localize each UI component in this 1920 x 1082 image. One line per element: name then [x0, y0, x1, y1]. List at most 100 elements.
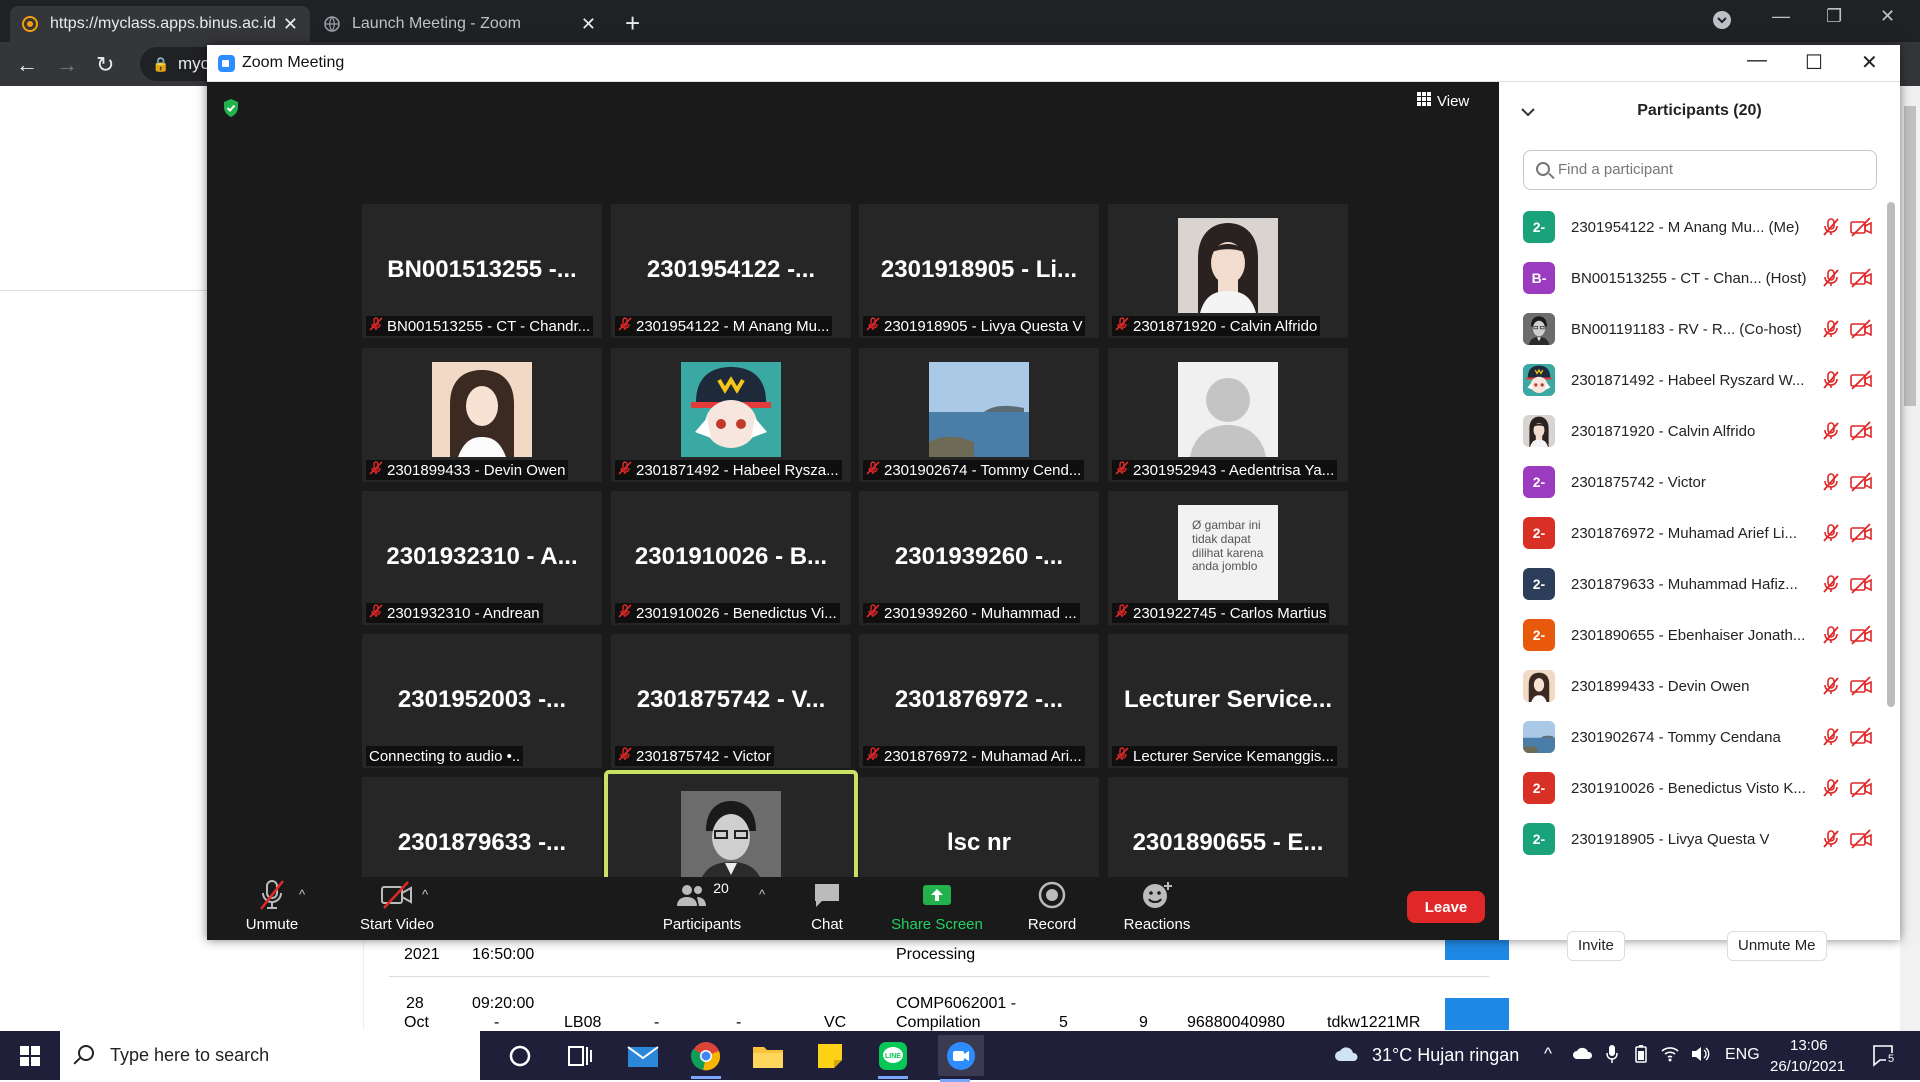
start-video-button[interactable]: Start Video	[342, 877, 452, 933]
muted-mic-icon	[369, 604, 383, 622]
participant-row[interactable]: 2- 2301918905 - Livya Questa V	[1523, 819, 1873, 859]
new-tab-icon[interactable]: +	[625, 8, 640, 39]
participant-row[interactable]: 2301899433 - Devin Owen	[1523, 666, 1873, 706]
tile-name-label: 2301875742 - Victor	[615, 746, 774, 766]
weather-text[interactable]: 31°C Hujan ringan	[1372, 1045, 1519, 1066]
chrome-app-icon[interactable]	[689, 1039, 723, 1079]
microphone-icon[interactable]	[1605, 1044, 1619, 1069]
video-tile[interactable]: 2301871492 - Habeel Rysza...	[611, 348, 851, 482]
participant-row[interactable]: 2301902674 - Tommy Cendana	[1523, 717, 1873, 757]
video-tile[interactable]: 2301954122 -... 2301954122 - M Anang Mu..…	[611, 204, 851, 338]
participants-button[interactable]: 20 Participants	[647, 877, 757, 933]
line-app-icon[interactable]: LINE	[876, 1039, 910, 1079]
view-button[interactable]: View	[1417, 92, 1469, 110]
tile-label-text: 2301932310 - Andrean	[387, 604, 540, 622]
battery-icon[interactable]	[1632, 1045, 1650, 1068]
tray-chevron-icon[interactable]: ^	[1544, 1044, 1552, 1064]
participant-role-tag: (Host)	[1765, 269, 1807, 287]
video-tile[interactable]: 2301902674 - Tommy Cend...	[859, 348, 1099, 482]
muted-mic-icon	[1821, 625, 1841, 650]
video-tile[interactable]: 2301899433 - Devin Owen	[362, 348, 602, 482]
participant-row[interactable]: 2- 2301954122 - M Anang Mu... (Me)	[1523, 207, 1873, 247]
maximize-icon[interactable]: ☐	[1805, 50, 1823, 75]
video-tile[interactable]: Ø gambar ini tidak dapat dilihat karena …	[1108, 491, 1348, 625]
audio-options-caret-icon[interactable]: ^	[299, 887, 305, 902]
panel-scrollbar[interactable]	[1887, 202, 1895, 707]
windows-start-icon[interactable]	[20, 1046, 40, 1066]
task-view-icon[interactable]	[563, 1039, 597, 1073]
muted-mic-icon	[1821, 217, 1841, 242]
participant-row[interactable]: 2- 2301879633 - Muhammad Hafiz...	[1523, 564, 1873, 604]
participant-row[interactable]: 2- 2301876972 - Muhamad Arief Li...	[1523, 513, 1873, 553]
participant-row[interactable]: B- BN001513255 - CT - Chan... (Host)	[1523, 258, 1873, 298]
video-tile[interactable]: 2301932310 - A... 2301932310 - Andrean	[362, 491, 602, 625]
speaker-icon[interactable]	[1690, 1045, 1710, 1068]
browser-tab-zoom[interactable]: Launch Meeting - Zoom ✕	[312, 6, 608, 42]
file-explorer-icon[interactable]	[751, 1039, 785, 1073]
avatar: 2-	[1523, 517, 1555, 549]
table-cell: Oct	[404, 1014, 429, 1031]
participants-caret-icon[interactable]: ^	[759, 887, 765, 902]
avatar: 2-	[1523, 619, 1555, 651]
sticky-notes-icon[interactable]	[813, 1039, 847, 1073]
minimize-icon[interactable]: —	[1772, 6, 1790, 27]
share-screen-button[interactable]: Share Screen	[887, 877, 987, 933]
notification-center-icon[interactable]: 5	[1872, 1043, 1897, 1072]
reload-icon[interactable]: ↻	[96, 52, 114, 78]
video-tile[interactable]: BN001513255 -... BN001513255 - CT - Chand…	[362, 204, 602, 338]
participant-row[interactable]: 2301871920 - Calvin Alfrido	[1523, 411, 1873, 451]
video-tile[interactable]: 2301876972 -... 2301876972 - Muhamad Ari.…	[859, 634, 1099, 768]
cortana-icon[interactable]	[503, 1039, 537, 1073]
video-tile[interactable]: 2301939260 -... 2301939260 - Muhammad ...	[859, 491, 1099, 625]
page-scrollbar[interactable]	[1900, 86, 1920, 1031]
onedrive-icon[interactable]	[1572, 1045, 1594, 1066]
minimize-icon[interactable]: —	[1747, 49, 1767, 72]
video-tile[interactable]: 2301952943 - Aedentrisa Ya...	[1108, 348, 1348, 482]
language-indicator[interactable]: ENG	[1725, 1046, 1760, 1064]
zoom-app-icon[interactable]	[938, 1035, 984, 1082]
browser-tab-myclass[interactable]: https://myclass.apps.binus.ac.id/l ✕	[10, 6, 310, 42]
participant-row[interactable]: 2- 2301910026 - Benedictus Visto K...	[1523, 768, 1873, 808]
forward-icon[interactable]: →	[56, 52, 78, 78]
close-icon[interactable]: ✕	[1880, 6, 1895, 27]
participant-row[interactable]: 2- 2301890655 - Ebenhaiser Jonath...	[1523, 615, 1873, 655]
clock-date[interactable]: 26/10/2021	[1770, 1058, 1845, 1075]
close-tab-icon[interactable]: ✕	[283, 14, 298, 35]
video-gallery: View BN001513255 -... BN001513255 - CT - …	[207, 82, 1499, 940]
participant-photo	[929, 362, 1029, 457]
clock-time[interactable]: 13:06	[1790, 1037, 1828, 1054]
close-tab-icon[interactable]: ✕	[581, 14, 596, 35]
back-icon[interactable]: ←	[16, 52, 38, 78]
unmute-me-button[interactable]: Unmute Me	[1727, 931, 1827, 961]
maximize-icon[interactable]: ❐	[1826, 6, 1842, 27]
leave-button[interactable]: Leave	[1407, 891, 1485, 923]
join-button[interactable]	[1445, 940, 1509, 960]
video-options-caret-icon[interactable]: ^	[422, 887, 428, 902]
video-tile[interactable]: 2301875742 - V... 2301875742 - Victor	[611, 634, 851, 768]
wifi-icon[interactable]	[1660, 1045, 1680, 1068]
taskbar-search-box[interactable]: Type here to search	[60, 1031, 480, 1080]
table-cell: VC	[824, 1014, 847, 1031]
video-tile[interactable]: 2301918905 - Li... 2301918905 - Livya Que…	[859, 204, 1099, 338]
unmute-button[interactable]: Unmute	[237, 877, 307, 933]
muted-mic-icon	[1115, 461, 1129, 479]
muted-mic-icon	[618, 747, 632, 765]
security-shield-icon[interactable]	[222, 98, 240, 123]
join-button[interactable]	[1445, 998, 1509, 1030]
participant-row[interactable]: BN001191183 - RV - R... (Co-host)	[1523, 309, 1873, 349]
mail-app-icon[interactable]	[626, 1039, 660, 1073]
invite-button[interactable]: Invite	[1567, 931, 1625, 961]
video-tile[interactable]: 2301910026 - B... 2301910026 - Benedictus…	[611, 491, 851, 625]
participant-row[interactable]: 2301871492 - Habeel Ryszard W...	[1523, 360, 1873, 400]
reactions-button[interactable]: Reactions	[1112, 877, 1202, 933]
video-tile[interactable]: 2301871920 - Calvin Alfrido	[1108, 204, 1348, 338]
find-participant-input[interactable]: Find a participant	[1523, 150, 1877, 190]
video-tile[interactable]: Lecturer Service... Lecturer Service Kema…	[1108, 634, 1348, 768]
tab-search-icon[interactable]	[1712, 10, 1732, 35]
participant-row[interactable]: 2- 2301875742 - Victor	[1523, 462, 1873, 502]
video-tile[interactable]: 2301952003 -... Connecting to audio •..	[362, 634, 602, 768]
close-icon[interactable]: ✕	[1861, 50, 1878, 75]
chat-button[interactable]: Chat	[792, 877, 862, 933]
weather-cloud-icon[interactable]	[1334, 1045, 1360, 1068]
record-button[interactable]: Record	[1017, 877, 1087, 933]
